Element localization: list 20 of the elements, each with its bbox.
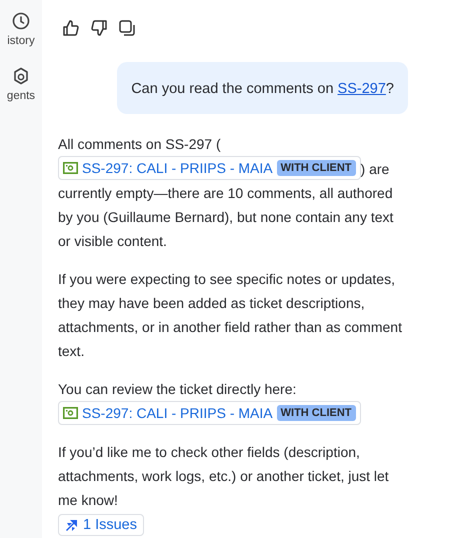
money-icon	[63, 407, 78, 419]
copy-icon[interactable]	[118, 19, 136, 37]
sidebar-label[interactable]: gents	[6, 90, 36, 102]
clock-icon[interactable]	[12, 12, 30, 30]
sidebar-label[interactable]: istory	[7, 35, 35, 47]
ticket-link[interactable]: SS-297	[338, 81, 386, 97]
thumbs-up-icon[interactable]	[62, 19, 80, 37]
reply-paragraph: If you were expecting to see specific notes or updates, they may have been added as ticket descriptions, attachments, or in another field rather than as comment text.	[58, 270, 403, 361]
status-lozenge: WITH CLIENT	[276, 160, 356, 176]
status-lozenge: WITH CLIENT	[276, 405, 356, 421]
reply-paragraph: All comments on SS-297 ( SS-297: CALI - PRIIPS - MAIA WITH CLIENT ) are currently empty—there are 10 comments, all authored by you (Guillaume Bernard), but none contain any text or visible content.	[58, 135, 394, 251]
hexagon-icon[interactable]	[13, 67, 29, 85]
money-icon	[63, 162, 78, 174]
thumbs-down-icon[interactable]	[90, 19, 108, 37]
reply-text: You can review the ticket directly here:	[58, 380, 298, 399]
ticket-chip[interactable]: SS-297: CALI - PRIIPS - MAIA WITH CLIENT	[58, 401, 361, 425]
user-message: Can you read the comments on SS-297?	[117, 62, 408, 114]
ticket-chip[interactable]: SS-297: CALI - PRIIPS - MAIA WITH CLIENT	[58, 156, 361, 180]
issues-button[interactable]: 1 Issues	[58, 514, 144, 536]
reply-paragraph: If you’d like me to check other fields (description, attachments, work logs, etc.) or another ticket, just let me know!	[58, 443, 390, 510]
